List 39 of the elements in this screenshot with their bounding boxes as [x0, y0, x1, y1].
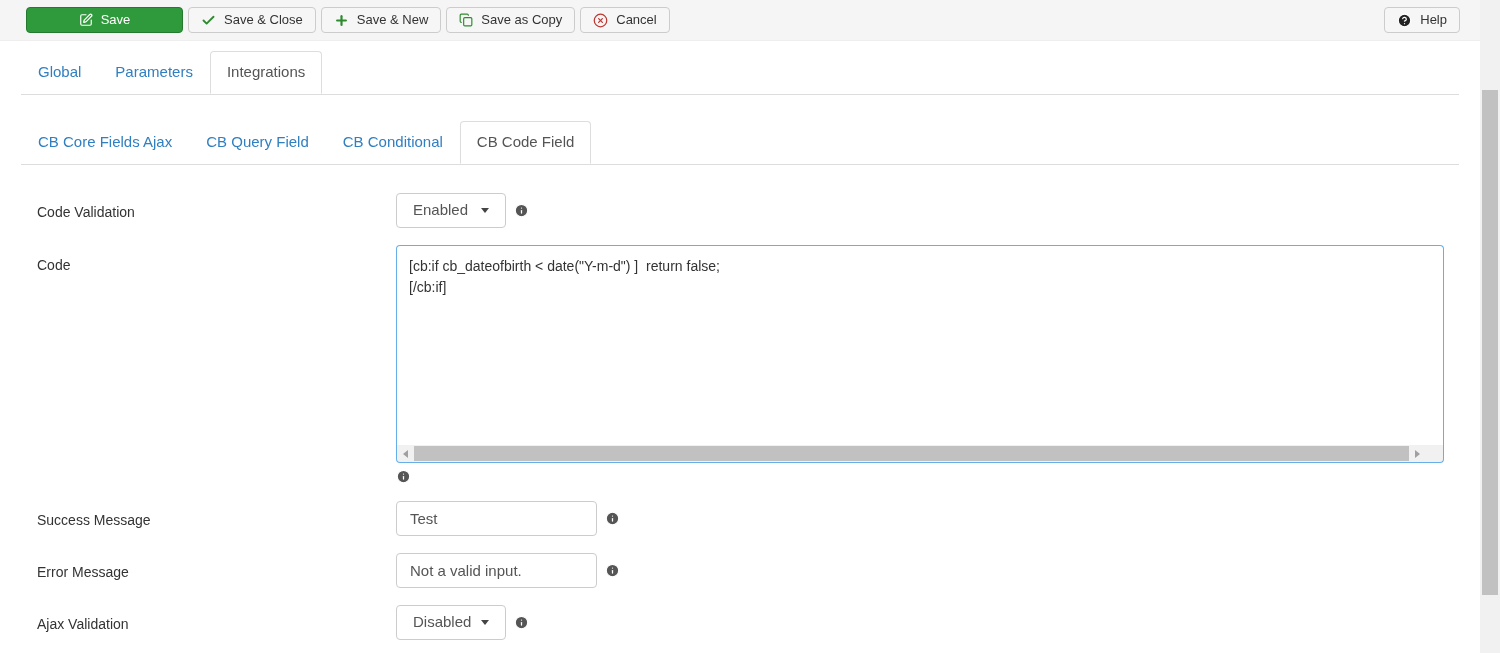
- tab[interactable]: Parameters: [98, 51, 210, 94]
- help-button[interactable]: Help: [1384, 7, 1460, 33]
- info-icon[interactable]: [605, 563, 620, 578]
- info-icon[interactable]: [396, 469, 411, 484]
- field-label: Code: [37, 256, 72, 275]
- copy-icon: [459, 13, 474, 27]
- caret-icon: [481, 620, 489, 625]
- info-icon[interactable]: [514, 615, 529, 630]
- scroll-left-icon: [403, 449, 408, 458]
- input-field[interactable]: Not a valid input.: [396, 553, 597, 588]
- info-icon[interactable]: [605, 511, 620, 526]
- plus-icon: [333, 12, 349, 28]
- field-label: Code Validation: [37, 203, 136, 222]
- tab[interactable]: CB Query Field: [189, 121, 326, 164]
- toolbar-button[interactable]: Cancel: [580, 7, 670, 33]
- caret-icon: [481, 208, 489, 213]
- edit-icon: [78, 13, 93, 27]
- code-editor[interactable]: [cb:if cb_dateofbirth < date("Y-m-d") ] return false; [/cb:if]: [396, 245, 1444, 445]
- cancel-icon: [593, 12, 609, 28]
- scroll-right-icon: [1415, 449, 1420, 458]
- toolbar-button[interactable]: Save: [26, 7, 183, 33]
- field-label: Success Message: [37, 511, 152, 530]
- vertical-scrollbar[interactable]: [1480, 0, 1500, 653]
- dropdown[interactable]: Disabled: [396, 605, 506, 640]
- tab[interactable]: Integrations: [209, 51, 323, 94]
- info-icon[interactable]: [514, 203, 529, 218]
- field-label: Ajax Validation: [37, 615, 130, 634]
- tab[interactable]: CB Core Fields Ajax: [21, 121, 190, 164]
- input-field[interactable]: Test: [396, 501, 597, 536]
- help-icon: [1397, 12, 1413, 28]
- toolbar-button[interactable]: Save as Copy: [446, 7, 576, 33]
- horizontal-scrollbar[interactable]: [396, 445, 1444, 463]
- tab[interactable]: CB Conditional: [325, 121, 460, 164]
- tab[interactable]: Global: [21, 51, 99, 94]
- toolbar-button[interactable]: Save & New: [320, 7, 442, 33]
- field-label: Error Message: [37, 563, 130, 582]
- tab[interactable]: CB Code Field: [459, 121, 592, 164]
- dropdown[interactable]: Enabled: [396, 193, 506, 228]
- toolbar-button[interactable]: Save & Close: [188, 7, 316, 33]
